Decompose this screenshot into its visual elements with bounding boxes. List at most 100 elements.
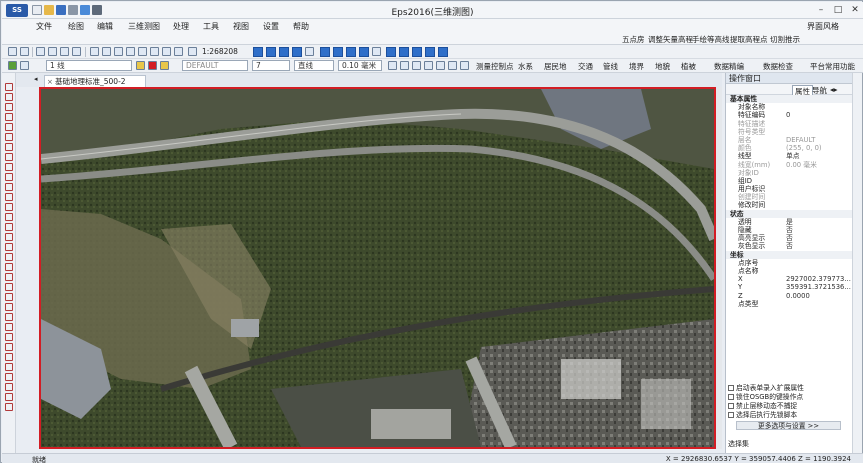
property-row[interactable]: 层名 DEFAULT: [726, 136, 852, 144]
property-row[interactable]: 隐藏 否: [726, 226, 852, 234]
layer-extra-icon[interactable]: [305, 47, 314, 56]
line-style-select[interactable]: 1 线: [46, 60, 132, 71]
tool-stretch-icon[interactable]: [5, 263, 13, 271]
viewport-scrollbar[interactable]: [716, 87, 722, 449]
property-value[interactable]: 0.0000: [786, 292, 810, 300]
zoom-window-icon[interactable]: [114, 47, 123, 56]
tool-array-icon[interactable]: [5, 273, 13, 281]
text-style-icon[interactable]: [425, 47, 435, 57]
property-row[interactable]: 符号类型: [726, 128, 852, 136]
menu-water[interactable]: 水系: [518, 61, 533, 72]
tool-annotate-icon[interactable]: [5, 383, 13, 391]
panel-arrows-icon[interactable]: ◂▸: [830, 85, 838, 94]
property-row[interactable]: Z 0.0000: [726, 292, 852, 300]
tool-check-icon[interactable]: [5, 373, 13, 381]
selection-set-label[interactable]: 选择集: [728, 439, 749, 449]
lock-icon[interactable]: [160, 61, 169, 70]
menu-file[interactable]: 文件: [36, 21, 52, 32]
option-no-snap[interactable]: 禁止层移动态不捕捉: [726, 402, 851, 411]
menu-landform[interactable]: 地貌: [655, 61, 670, 72]
menu-boundary[interactable]: 境界: [629, 61, 644, 72]
tool-close-icon[interactable]: [5, 313, 13, 321]
zoom-prev-icon[interactable]: [150, 47, 159, 56]
property-value[interactable]: 否: [786, 226, 793, 234]
tool-settings-icon[interactable]: [5, 403, 13, 411]
property-value[interactable]: 单点: [786, 152, 800, 160]
ribbon-draw-contour[interactable]: 手绘等高线: [692, 34, 730, 45]
tool-rect-icon[interactable]: [5, 133, 13, 141]
tool-reverse-icon[interactable]: [5, 323, 13, 331]
ribbon-extract-elevation[interactable]: 提取高程点: [730, 34, 768, 45]
menu-control-points[interactable]: 测量控制点: [476, 61, 514, 72]
menu-3d[interactable]: 三维测图: [128, 21, 160, 32]
tool-break-icon[interactable]: [5, 193, 13, 201]
menu-view[interactable]: 视图: [233, 21, 249, 32]
menu-pipeline[interactable]: 管线: [603, 61, 618, 72]
data-check-button[interactable]: 数据检查: [763, 61, 793, 72]
tool-circle-icon[interactable]: [5, 123, 13, 131]
property-row[interactable]: 线型 单点: [726, 152, 852, 160]
map-viewport[interactable]: [39, 87, 716, 449]
tool-extend-icon[interactable]: [5, 173, 13, 181]
copy-icon[interactable]: [48, 47, 57, 56]
option-run-script[interactable]: 选择后执行先锁脚本: [726, 411, 851, 420]
scale-value[interactable]: 1:268208: [202, 47, 238, 56]
property-value[interactable]: 0.00 毫米: [786, 161, 817, 169]
menu-settings[interactable]: 设置: [263, 21, 279, 32]
tool-smooth-icon[interactable]: [5, 333, 13, 341]
tool-point-icon[interactable]: [5, 83, 13, 91]
view-oblique-icon[interactable]: [346, 47, 356, 57]
property-value[interactable]: 是: [786, 218, 793, 226]
tool-text-icon[interactable]: [5, 153, 13, 161]
property-value[interactable]: 否: [786, 242, 793, 250]
tool-chamfer-icon[interactable]: [5, 243, 13, 251]
menu-traffic[interactable]: 交通: [578, 61, 593, 72]
tool-join-icon[interactable]: [5, 223, 13, 231]
right-scrollbar[interactable]: [852, 73, 862, 453]
tool-measure-icon[interactable]: [5, 343, 13, 351]
zoom-out-icon[interactable]: [102, 47, 111, 56]
maximize-icon[interactable]: □: [831, 4, 845, 16]
tool-mirror-icon[interactable]: [5, 213, 13, 221]
color-swatch-icon[interactable]: [148, 61, 157, 70]
tool-polygon-icon[interactable]: [5, 143, 13, 151]
line-width-select[interactable]: 0.10 毫米: [338, 60, 382, 71]
menu-vegetation[interactable]: 植被: [681, 61, 696, 72]
more-options-button[interactable]: 更多选项与设置 >>: [736, 421, 841, 430]
scale-icon[interactable]: [188, 47, 197, 56]
edit-tool-icon[interactable]: [412, 61, 421, 70]
property-row[interactable]: 灰色显示 否: [726, 242, 852, 250]
tools-icon[interactable]: [448, 61, 457, 70]
redo-icon[interactable]: [20, 47, 29, 56]
property-row[interactable]: 点序号: [726, 259, 852, 267]
tool-symbol-icon[interactable]: [5, 393, 13, 401]
refresh-icon[interactable]: [174, 47, 183, 56]
tool-query-icon[interactable]: [5, 363, 13, 371]
layer-manager-icon[interactable]: [8, 61, 17, 70]
property-row[interactable]: 特征描述: [726, 120, 852, 128]
ortho-icon[interactable]: [399, 47, 409, 57]
snap-icon[interactable]: [386, 47, 396, 57]
brush-icon[interactable]: [424, 61, 433, 70]
zoom-extent-icon[interactable]: [138, 47, 147, 56]
menu-residential[interactable]: 居民地: [544, 61, 567, 72]
chart-icon[interactable]: [436, 61, 445, 70]
property-row[interactable]: X 2927002.379773...: [726, 275, 852, 283]
layer-grid-icon[interactable]: [253, 47, 263, 57]
undo-icon[interactable]: [8, 47, 17, 56]
move-icon[interactable]: [60, 47, 69, 56]
tool-vertex-icon[interactable]: [5, 303, 13, 311]
platform-functions-button[interactable]: 平台常用功能: [810, 61, 855, 72]
minimize-icon[interactable]: –: [814, 4, 828, 16]
menu-tools[interactable]: 工具: [203, 21, 219, 32]
property-row[interactable]: Y 359391.3721536...: [726, 283, 852, 291]
copy-props-icon[interactable]: [388, 61, 397, 70]
tab-scroll-icon[interactable]: ◂: [34, 75, 38, 83]
menu-draw[interactable]: 绘图: [68, 21, 84, 32]
property-row[interactable]: 特征编码 0: [726, 111, 852, 119]
menu-edit[interactable]: 编辑: [97, 21, 113, 32]
zoom-next-icon[interactable]: [162, 47, 171, 56]
property-value[interactable]: 0: [786, 111, 790, 119]
tool-node-icon[interactable]: [5, 293, 13, 301]
view-top-icon[interactable]: [320, 47, 330, 57]
